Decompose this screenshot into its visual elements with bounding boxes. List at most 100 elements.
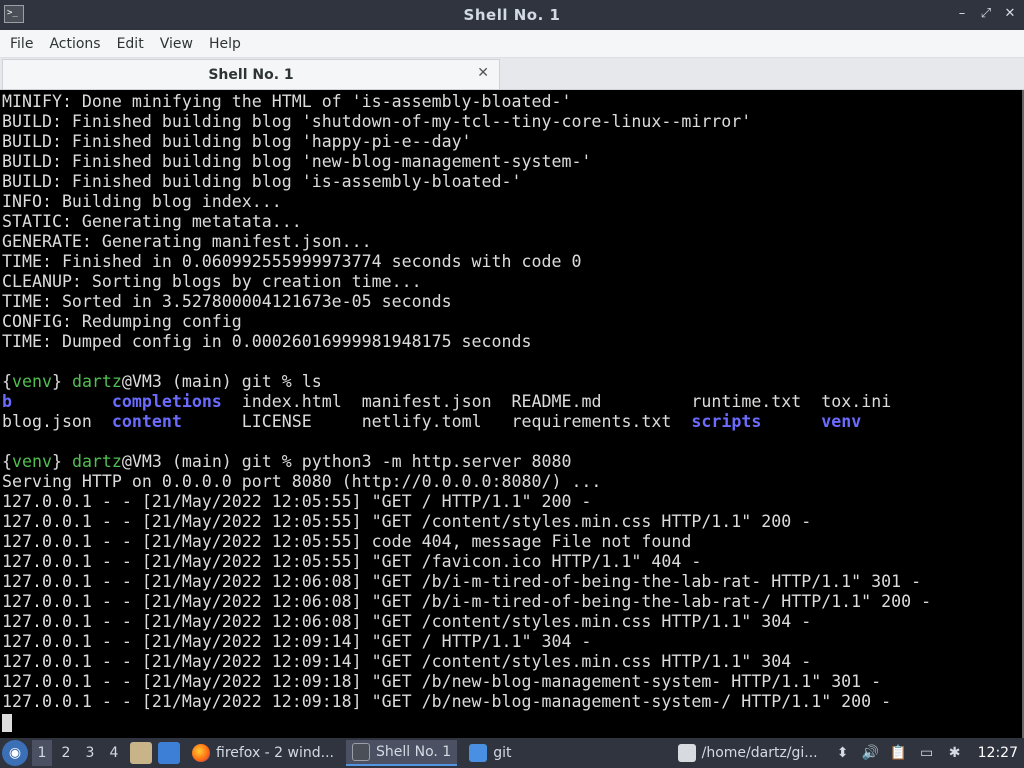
workspace-2[interactable]: 2: [56, 740, 76, 766]
prompt-brace: {: [2, 452, 12, 471]
terminal-line: TIME: Dumped config in 0.000260169999819…: [2, 332, 532, 351]
start-menu-icon[interactable]: ◉: [2, 740, 28, 766]
terminal-line: STATIC: Generating metatata...: [2, 212, 302, 231]
prompt-line: {venv} dartz@VM3 (main) git % python3 -m…: [2, 452, 1022, 472]
server-log-line: 127.0.0.1 - - [21/May/2022 12:06:08] "GE…: [2, 612, 812, 631]
prompt-brace: {: [2, 372, 12, 391]
server-log-line: Serving HTTP on 0.0.0.0 port 8080 (http:…: [2, 472, 602, 491]
terminal-line: MINIFY: Done minifying the HTML of 'is-a…: [2, 92, 572, 111]
ls-file-entry: tox.ini: [821, 392, 892, 411]
tab-label: Shell No. 1: [208, 66, 294, 83]
ls-file-entry: netlify.toml: [361, 412, 512, 431]
updates-icon[interactable]: ⬍: [834, 744, 852, 762]
terminal-icon: [352, 743, 370, 761]
ls-padding: [222, 392, 242, 411]
ls-directory-entry: completions: [111, 392, 222, 411]
ls-file-entry: README.md: [511, 392, 692, 411]
ls-output-row: blog.json content LICENSE netlify.toml r…: [2, 412, 1022, 432]
maximize-button[interactable]: ⤢: [978, 6, 994, 22]
workspace-1[interactable]: 1: [32, 740, 52, 766]
server-log-line: 127.0.0.1 - - [21/May/2022 12:05:55] cod…: [2, 532, 692, 551]
terminal-line: BUILD: Finished building blog 'is-assemb…: [2, 172, 522, 191]
ls-output-row: b completions index.html manifest.json R…: [2, 392, 1022, 412]
cursor-line: [2, 712, 1022, 732]
ls-file-entry: index.html: [241, 392, 362, 411]
window-title: Shell No. 1: [463, 6, 561, 24]
prompt-command: @VM3 (main) git % ls: [121, 372, 322, 391]
terminal-line: CONFIG: Redumping config: [2, 312, 242, 331]
server-log-line: 127.0.0.1 - - [21/May/2022 12:09:18] "GE…: [2, 672, 882, 691]
window-titlebar[interactable]: >_ Shell No. 1 – ⤢ ✕: [0, 0, 1024, 30]
prompt-user: dartz: [71, 452, 122, 471]
clipboard-icon[interactable]: 📋: [890, 744, 908, 762]
bluetooth-icon[interactable]: ✱: [946, 744, 964, 762]
ls-padding: [182, 412, 242, 431]
prompt-venv: venv: [12, 372, 52, 391]
menu-view[interactable]: View: [152, 30, 201, 58]
tab-close-icon[interactable]: ✕: [477, 65, 489, 81]
ls-file-entry: manifest.json: [361, 392, 512, 411]
terminal-output[interactable]: MINIFY: Done minifying the HTML of 'is-a…: [0, 90, 1022, 738]
task-shell[interactable]: Shell No. 1: [346, 740, 458, 766]
menu-file[interactable]: File: [2, 30, 41, 58]
text-editor-icon: [677, 744, 696, 762]
menu-edit[interactable]: Edit: [109, 30, 152, 58]
prompt-brace: }: [51, 372, 72, 391]
terminal-app-icon[interactable]: >_: [4, 5, 24, 23]
workspace-3[interactable]: 3: [80, 740, 100, 766]
workspace-4[interactable]: 4: [104, 740, 124, 766]
server-log-line: 127.0.0.1 - - [21/May/2022 12:09:14] "GE…: [2, 632, 592, 651]
server-log-line: 127.0.0.1 - - [21/May/2022 12:06:08] "GE…: [2, 572, 922, 591]
task-firefox[interactable]: firefox - 2 wind...: [186, 740, 340, 766]
ls-directory-entry: content: [111, 412, 182, 431]
tab-shell-no-1[interactable]: Shell No. 1 ✕: [2, 59, 500, 89]
taskbar: ◉ 1 2 3 4 firefox - 2 wind... Shell No. …: [0, 738, 1024, 768]
ls-directory-entry: b: [2, 392, 12, 411]
terminal-cursor: [2, 713, 12, 732]
terminal-line: BUILD: Finished building blog 'new-blog-…: [2, 152, 592, 171]
task-text-editor[interactable]: /home/dartz/gi...: [672, 740, 824, 766]
volume-icon[interactable]: 🔊: [862, 744, 880, 762]
ls-directory-entry: scripts: [691, 412, 762, 431]
terminal-line: TIME: Finished in 0.060992555999973774 s…: [2, 252, 582, 271]
server-log-line: 127.0.0.1 - - [21/May/2022 12:06:08] "GE…: [2, 592, 932, 611]
ls-file-entry: runtime.txt: [691, 392, 822, 411]
prompt-command: @VM3 (main) git % python3 -m http.server…: [121, 452, 572, 471]
system-tray: /home/dartz/gi... ⬍ 🔊 📋 ▭ ✱ 12:27: [672, 738, 1024, 768]
server-log-line: 127.0.0.1 - - [21/May/2022 12:05:55] "GE…: [2, 492, 592, 511]
terminal-line: BUILD: Finished building blog 'happy-pi-…: [2, 132, 472, 151]
task-label: Shell No. 1: [376, 744, 452, 760]
server-log-line: 127.0.0.1 - - [21/May/2022 12:09:14] "GE…: [2, 652, 812, 671]
prompt-brace: }: [51, 452, 72, 471]
terminal-line: TIME: Sorted in 3.527800004121673e-05 se…: [2, 292, 452, 311]
terminal-line: BUILD: Finished building blog 'shutdown-…: [2, 112, 752, 131]
ls-file-entry: LICENSE: [241, 412, 362, 431]
close-button[interactable]: ✕: [1002, 6, 1018, 22]
folder-icon: [469, 744, 488, 762]
menu-actions[interactable]: Actions: [41, 30, 108, 58]
minimize-button[interactable]: –: [954, 6, 970, 22]
ls-padding: [12, 392, 112, 411]
server-log-line: 127.0.0.1 - - [21/May/2022 12:05:55] "GE…: [2, 512, 812, 531]
show-desktop-icon[interactable]: [130, 742, 152, 764]
task-label: /home/dartz/gi...: [701, 745, 818, 761]
clock[interactable]: 12:27: [978, 745, 1018, 761]
window-controls: – ⤢ ✕: [954, 6, 1018, 22]
file-manager-icon[interactable]: [158, 742, 180, 764]
menu-help[interactable]: Help: [201, 30, 249, 58]
prompt-user: dartz: [71, 372, 122, 391]
prompt-line: {venv} dartz@VM3 (main) git % ls: [2, 372, 1022, 392]
terminal-line: GENERATE: Generating manifest.json...: [2, 232, 372, 251]
firefox-icon: [192, 744, 210, 762]
tab-bar: Shell No. 1 ✕: [0, 58, 1024, 90]
server-log-line: 127.0.0.1 - - [21/May/2022 12:05:55] "GE…: [2, 552, 702, 571]
ls-file-entry: requirements.txt: [511, 412, 692, 431]
ls-padding: [761, 412, 821, 431]
menubar: File Actions Edit View Help: [0, 30, 1024, 58]
network-icon[interactable]: ▭: [918, 744, 936, 762]
server-log-line: 127.0.0.1 - - [21/May/2022 12:09:18] "GE…: [2, 692, 892, 711]
task-git-folder[interactable]: git: [463, 740, 517, 766]
ls-directory-entry: venv: [821, 412, 862, 431]
